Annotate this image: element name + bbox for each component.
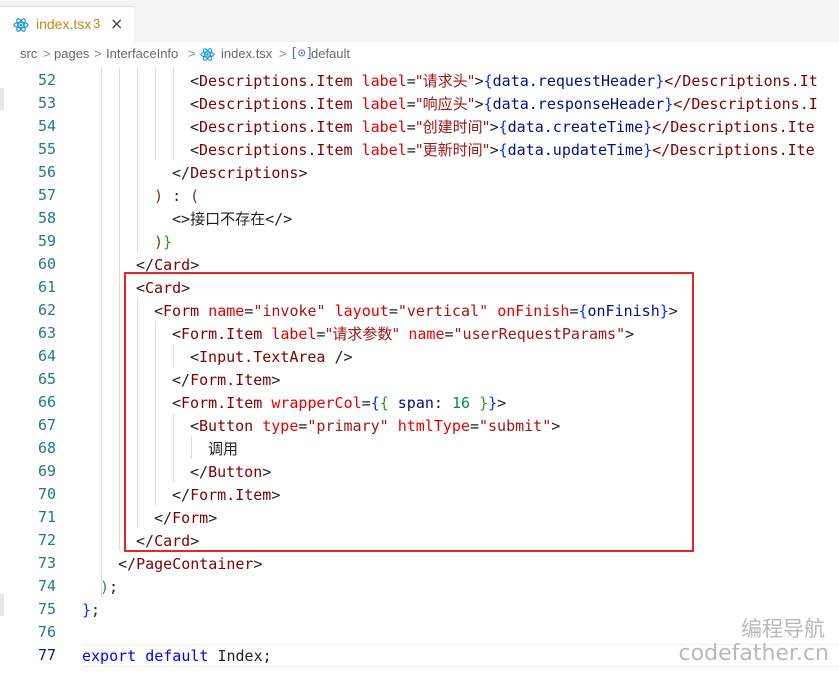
code-line: <>接口不存在</> (172, 210, 293, 228)
code-line: }; (82, 601, 101, 619)
code-line: <Button type="primary" htmlType="submit"… (190, 417, 561, 435)
code-line: <Input.TextArea /> (190, 348, 353, 366)
indent-guide (173, 68, 174, 160)
close-icon[interactable]: × (110, 14, 123, 33)
indent-guide (173, 344, 174, 367)
line-number: 54 (37, 117, 56, 135)
indent-guide (155, 321, 156, 505)
indent-guide (119, 68, 120, 551)
breadcrumb-item-interfaceinfo[interactable]: InterfaceInfo (106, 46, 178, 61)
tab-filename: index.tsx (36, 16, 92, 32)
react-icon (200, 48, 215, 61)
code-line: export default Index; (82, 647, 272, 665)
code-line: <Form.Item label="请求参数" name="userReques… (172, 325, 635, 343)
gutter-marker (0, 88, 4, 110)
line-number: 71 (37, 508, 56, 526)
line-number: 68 (37, 439, 56, 457)
code-line: <Card> (136, 279, 191, 297)
code-line: </Button> (190, 463, 272, 481)
line-number: 52 (37, 71, 56, 89)
line-number: 72 (37, 531, 56, 549)
code-line: </Form.Item> (172, 371, 281, 389)
line-number: 64 (37, 347, 56, 365)
breadcrumb: src > pages > InterfaceInfo > index.tsx … (0, 42, 839, 68)
code-line: )} (154, 233, 173, 251)
line-number: 61 (37, 278, 56, 296)
indent-guide (173, 413, 174, 482)
code-line: ) : ( (154, 187, 200, 205)
line-number: 65 (37, 370, 56, 388)
line-number: 62 (37, 301, 56, 319)
line-number: 75 (37, 600, 56, 618)
line-number: 60 (37, 255, 56, 273)
line-number: 63 (37, 324, 56, 342)
line-number: 58 (37, 209, 56, 227)
breadcrumb-item-src[interactable]: src (20, 46, 37, 61)
code-line: </PageContainer> (118, 555, 263, 573)
breadcrumb-item-index-tsx[interactable]: index.tsx (221, 46, 272, 61)
indent-guide (137, 68, 138, 252)
indent-guide (191, 436, 192, 459)
breadcrumb-separator: > (43, 46, 51, 61)
watermark-url: codefather.cn (678, 641, 829, 666)
breadcrumb-item-pages[interactable]: pages (54, 46, 89, 61)
code-line: <Form.Item wrapperCol={{ span: 16 }}> (172, 394, 507, 412)
line-number: 70 (37, 485, 56, 503)
line-number: 76 (37, 623, 56, 641)
code-line: 调用 (208, 440, 239, 458)
line-number: 74 (37, 577, 56, 595)
line-number: 69 (37, 462, 56, 480)
indent-guide (137, 298, 138, 528)
line-number: 67 (37, 416, 56, 434)
line-number: 56 (37, 163, 56, 181)
react-icon (13, 18, 29, 32)
code-editor[interactable]: <Descriptions.Item label="请求头">{data.req… (82, 68, 839, 680)
watermark-title: 编程导航 (741, 617, 825, 641)
line-number: 66 (37, 393, 56, 411)
code-line: </Card> (136, 256, 200, 274)
code-line: <Form name="invoke" layout="vertical" on… (154, 302, 678, 320)
symbol-icon: [⊙] (290, 46, 314, 61)
code-line: </Form> (154, 509, 218, 527)
code-line: </Form.Item> (172, 486, 281, 504)
code-line: <Descriptions.Item label="响应头">{data.res… (190, 95, 818, 113)
line-number: 53 (37, 94, 56, 112)
problem-count-badge: 3 (93, 16, 101, 31)
indent-guide (155, 68, 156, 160)
code-line: </Descriptions> (172, 164, 308, 182)
line-number: 59 (37, 232, 56, 250)
breadcrumb-separator: > (279, 46, 287, 61)
gutter-marker (0, 594, 4, 616)
line-number: 55 (37, 140, 56, 158)
code-line: ); (100, 578, 119, 596)
line-number: 73 (37, 554, 56, 572)
editor-tab-bar: index.tsx 3 × (0, 6, 839, 42)
breadcrumb-separator: > (188, 46, 196, 61)
tab-index-tsx[interactable]: index.tsx 3 × (0, 6, 134, 42)
line-number-current: 77 (37, 646, 56, 664)
code-line: </Card> (136, 532, 200, 550)
indent-guide (101, 68, 102, 597)
code-line: <Descriptions.Item label="更新时间">{data.up… (190, 141, 815, 159)
line-number: 57 (37, 186, 56, 204)
code-line: <Descriptions.Item label="创建时间">{data.cr… (190, 118, 815, 136)
breadcrumb-item-default[interactable]: default (311, 46, 350, 61)
code-line: <Descriptions.Item label="请求头">{data.req… (190, 72, 818, 90)
breadcrumb-separator: > (94, 46, 102, 61)
line-number-gutter: 52 53 54 55 56 57 58 59 60 61 62 63 64 6… (0, 68, 82, 680)
